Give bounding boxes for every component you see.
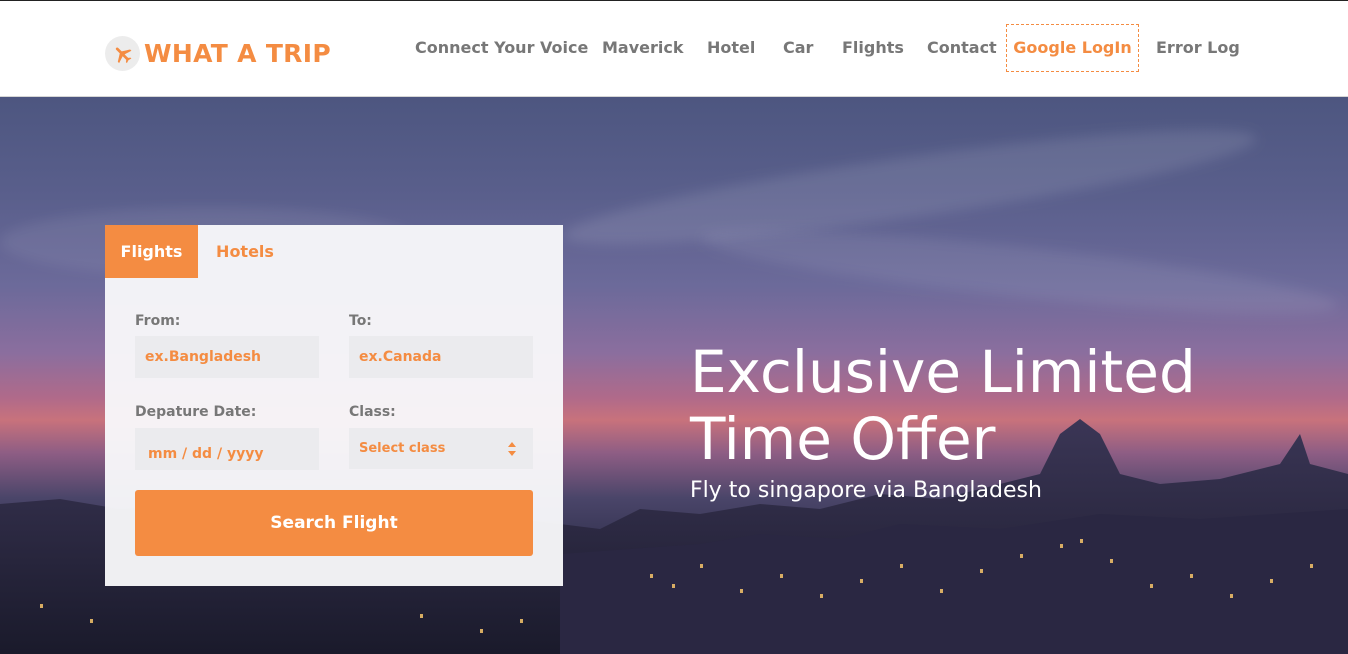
hero-title: Exclusive Limited Time Offer <box>690 338 1196 473</box>
departure-date-input[interactable]: mm / dd / yyyy <box>135 428 319 470</box>
select-arrows-icon <box>508 442 516 456</box>
class-label: Class: <box>349 404 396 420</box>
nav-item-error-log[interactable]: Error Log <box>1156 24 1240 72</box>
nav-item-contact[interactable]: Contact <box>927 24 997 72</box>
flight-search-card: Flights Hotels From: To: Depature Date: … <box>105 225 563 586</box>
main-nav: Connect Your Voice Maverick Hotel Car Fl… <box>0 24 1348 72</box>
nav-item-hotel[interactable]: Hotel <box>707 24 755 72</box>
tab-flights[interactable]: Flights <box>105 225 198 278</box>
tab-hotels[interactable]: Hotels <box>198 225 292 278</box>
nav-item-flights[interactable]: Flights <box>842 24 904 72</box>
search-flight-button[interactable]: Search Flight <box>135 490 533 556</box>
departure-date-label: Depature Date: <box>135 404 257 420</box>
nav-item-google-login[interactable]: Google LogIn <box>1006 24 1139 72</box>
cloud-decoration <box>699 213 1341 331</box>
nav-item-car[interactable]: Car <box>783 24 813 72</box>
hero-subtitle: Fly to singapore via Bangladesh <box>690 478 1042 503</box>
date-placeholder: mm / dd / yyyy <box>148 446 264 462</box>
from-label: From: <box>135 313 181 329</box>
to-label: To: <box>349 313 372 329</box>
hero-banner: Flights Hotels From: To: Depature Date: … <box>0 97 1348 654</box>
nav-item-maverick[interactable]: Maverick <box>602 24 684 72</box>
nav-item-connect-your-voice[interactable]: Connect Your Voice <box>415 24 588 72</box>
class-select[interactable]: Select class <box>349 428 533 469</box>
class-selected-value: Select class <box>359 441 446 456</box>
from-input[interactable] <box>135 336 319 378</box>
to-input[interactable] <box>349 336 533 378</box>
site-header: WHAT A TRIP Connect Your Voice Maverick … <box>0 1 1348 97</box>
